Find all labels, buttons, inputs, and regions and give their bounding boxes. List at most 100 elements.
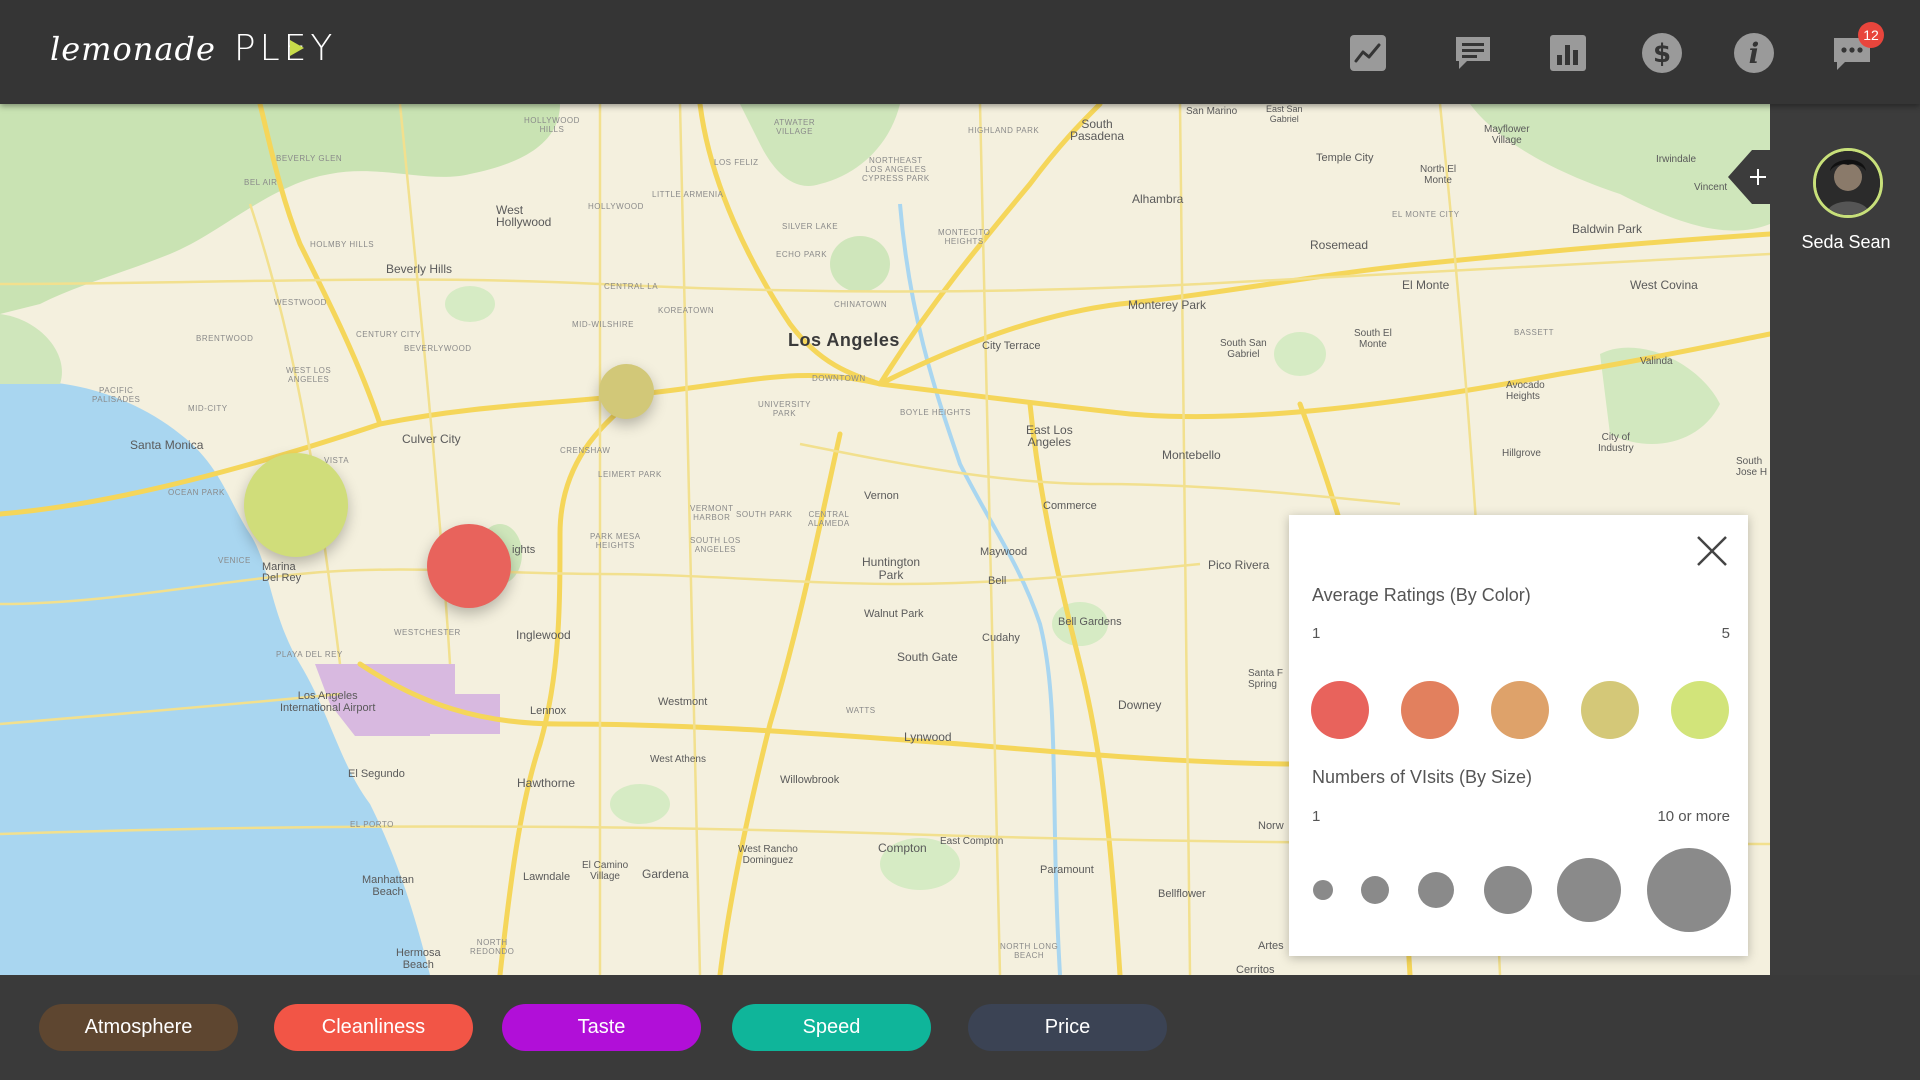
user-name: Seda Sean — [1801, 232, 1891, 252]
visit-size-dot — [1361, 876, 1389, 904]
map-label: Walnut Park — [864, 608, 924, 620]
map-label: SOUTH PARK — [736, 510, 793, 519]
map-label: Manhattan Beach — [362, 874, 414, 898]
map-label: CHINATOWN — [834, 300, 888, 309]
filter-cleanliness-button[interactable]: Cleanliness — [274, 1004, 473, 1051]
map-label: ATWATER VILLAGE — [774, 118, 816, 136]
map-label: El Segundo — [348, 768, 405, 780]
map-label: Bell — [988, 575, 1007, 587]
map-label: Montebello — [1162, 448, 1221, 462]
chat-icon[interactable] — [1452, 32, 1494, 74]
map-label: Gardena — [642, 867, 689, 881]
close-icon[interactable] — [1694, 533, 1730, 569]
map-label: SOUTH LOS ANGELES — [690, 536, 741, 554]
map-label: City Terrace — [982, 340, 1041, 352]
logo-product-text: PLEY — [233, 28, 337, 69]
map-label: West Rancho Dominguez — [738, 844, 798, 866]
map-label: HOLLYWOOD HILLS — [524, 116, 580, 134]
rating-marker[interactable] — [244, 453, 348, 557]
map-label: NORTHEAST LOS ANGELES CYPRESS PARK — [862, 156, 930, 183]
map-label: Rosemead — [1310, 238, 1369, 252]
map-label: Hawthorne — [517, 776, 576, 790]
filter-atmosphere-button[interactable]: Atmosphere — [39, 1004, 238, 1051]
map-label: Compton — [878, 841, 927, 855]
logo-script: lemonade — [50, 30, 216, 68]
map-label: Commerce — [1043, 500, 1097, 512]
map-label: BEVERLYWOOD — [404, 344, 472, 353]
map-label: SILVER LAKE — [782, 222, 839, 231]
dollar-icon[interactable]: $ — [1641, 32, 1683, 74]
info-icon[interactable]: i — [1733, 32, 1775, 74]
map-label: Marina Del Rey — [262, 561, 302, 584]
map-label: El Monte — [1402, 278, 1450, 292]
map-label: Willowbrook — [780, 774, 840, 786]
svg-text:i: i — [1749, 37, 1760, 70]
map-label: CENTRAL ALAMEDA — [808, 510, 850, 528]
map-label: South Gate — [897, 650, 958, 664]
map-label: BASSETT — [1514, 328, 1554, 337]
filter-price-button[interactable]: Price — [968, 1004, 1167, 1051]
legend-color-min: 1 — [1312, 625, 1321, 642]
map-label: VENICE — [218, 556, 251, 565]
bar-chart-icon[interactable] — [1547, 32, 1589, 74]
map-label: Monterey Park — [1128, 298, 1207, 312]
map-label: NORTH LONG BEACH — [1000, 942, 1059, 960]
map-label: West Covina — [1630, 278, 1698, 292]
filter-taste-button[interactable]: Taste — [502, 1004, 701, 1051]
map-label: UNIVERSITY PARK — [758, 400, 812, 418]
map-label: Lynwood — [904, 730, 952, 744]
map-label: East Los Angeles — [1026, 423, 1073, 449]
top-bar: lemonade PLEY $ i — [0, 0, 1920, 104]
map-label: HOLMBY HILLS — [310, 240, 375, 249]
visit-size-dot — [1484, 866, 1532, 914]
rating-marker[interactable] — [599, 364, 654, 419]
map-label: Westmont — [658, 696, 708, 708]
map-label: Lawndale — [523, 871, 571, 883]
legend-size-title: Numbers of VIsits (By Size) — [1312, 767, 1533, 787]
filter-speed-button[interactable]: Speed — [732, 1004, 931, 1051]
legend-panel: Average Ratings (By Color) 1 5 Numbers o… — [1289, 515, 1748, 956]
map-label: East San Gabriel — [1266, 104, 1303, 124]
app-logo[interactable]: lemonade PLEY — [50, 28, 336, 78]
map-label: MID-CITY — [188, 404, 228, 413]
svg-text:$: $ — [1653, 39, 1671, 69]
map-label: CENTRAL LA — [604, 282, 659, 291]
legend-color-max: 5 — [1721, 625, 1730, 642]
visit-size-dot — [1557, 858, 1621, 922]
avatar[interactable] — [1813, 148, 1883, 218]
map-label: West Hollywood — [496, 203, 552, 229]
logo-flag-icon — [289, 40, 304, 56]
visit-size-dot — [1418, 872, 1454, 908]
map-label: BOYLE HEIGHTS — [900, 408, 971, 417]
map-label: Hillgrove — [1502, 448, 1541, 459]
map-label: Los Angeles International Airport — [280, 690, 376, 714]
trend-chart-icon[interactable] — [1347, 32, 1389, 74]
map-label: City of Industry — [1598, 432, 1634, 454]
map-label: MONTECITO HEIGHTS — [938, 228, 991, 246]
map-label: PARK MESA HEIGHTS — [590, 532, 641, 550]
map-label: Valinda — [1640, 356, 1673, 367]
map-label: WATTS — [846, 706, 876, 715]
rating-color-dot — [1311, 681, 1369, 739]
map-label: Cerritos — [1236, 964, 1275, 975]
map-label: East Compton — [940, 836, 1004, 847]
map-label: Avocado Heights — [1506, 380, 1545, 402]
add-tab[interactable] — [1728, 150, 1772, 204]
map-label: Hermosa Beach — [396, 947, 441, 971]
map-label: PACIFIC PALISADES — [92, 386, 141, 404]
map-label: CRENSHAW — [560, 446, 611, 455]
map-label: South El Monte — [1354, 328, 1392, 350]
map-label: HIGHLAND PARK — [968, 126, 1040, 135]
map-label: Norw — [1258, 820, 1284, 832]
map-label: WEST LOS ANGELES — [286, 366, 332, 384]
map-label: Irwindale — [1656, 154, 1697, 165]
map-label: BEVERLY GLEN — [276, 154, 343, 163]
rating-marker[interactable] — [427, 524, 511, 608]
map-label: Alhambra — [1132, 192, 1184, 206]
map-label: Temple City — [1316, 152, 1374, 164]
rating-color-dot — [1581, 681, 1639, 739]
map-label: South San Gabriel — [1220, 338, 1267, 360]
logo-product: PLEY — [234, 28, 337, 69]
map-label: Pico Rivera — [1208, 558, 1270, 572]
notification-badge: 12 — [1858, 22, 1884, 48]
